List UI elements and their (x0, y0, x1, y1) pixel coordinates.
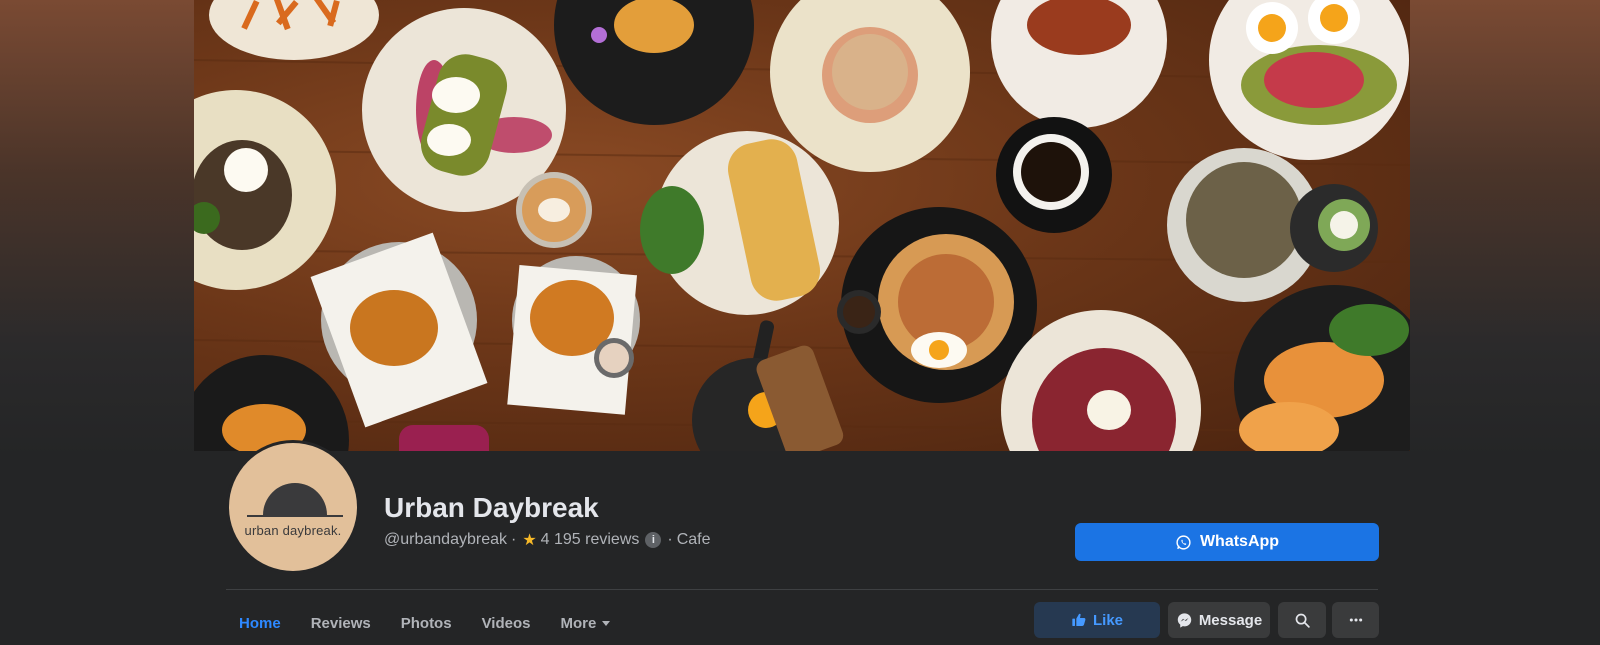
tab-label: Home (239, 614, 281, 632)
header-divider (226, 589, 1378, 590)
whatsapp-button[interactable]: WhatsApp (1075, 523, 1379, 561)
tab-label: Photos (400, 614, 452, 632)
tab-more[interactable]: More (546, 605, 626, 641)
star-icon: ★ (522, 532, 537, 549)
tab-reviews[interactable]: Reviews (296, 605, 386, 641)
like-label: Like (1092, 611, 1123, 629)
horizon-line (247, 515, 343, 517)
profile-avatar[interactable]: urban daybreak. (226, 440, 360, 574)
page-handle[interactable]: @urbandaybreak (384, 531, 507, 549)
chevron-down-icon (602, 620, 611, 626)
more-options-button[interactable] (1332, 602, 1379, 638)
message-label: Message (1198, 611, 1263, 629)
tab-label: Reviews (310, 614, 371, 632)
brand-logo: urban daybreak. (229, 443, 357, 571)
whatsapp-label: WhatsApp (1199, 533, 1280, 550)
search-button[interactable] (1278, 602, 1326, 638)
info-icon[interactable]: i (645, 532, 662, 548)
tab-home[interactable]: Home (224, 605, 296, 641)
more-dots-icon (1349, 618, 1362, 622)
search-icon (1295, 613, 1310, 628)
page-tabs: Home Reviews Photos Videos More (224, 601, 625, 645)
tab-photos[interactable]: Photos (386, 605, 467, 641)
tab-videos[interactable]: Videos (467, 605, 546, 641)
tab-label: Videos (481, 614, 531, 632)
logo-wordmark: urban daybreak. (244, 523, 342, 538)
message-button[interactable]: Message (1168, 602, 1270, 638)
page-meta: @urbandaybreak · ★ 4 195 reviews i · Caf… (384, 530, 711, 550)
like-button[interactable]: Like (1034, 602, 1160, 638)
thumbs-up-icon (1072, 613, 1086, 626)
cover-food-illustration (194, 0, 1410, 451)
tab-label: More (560, 614, 597, 632)
page-category[interactable]: Cafe (677, 531, 711, 549)
messenger-icon (1177, 612, 1192, 628)
whatsapp-icon (1176, 534, 1191, 550)
separator: · (510, 531, 517, 548)
separator: · (667, 531, 673, 548)
sunrise-logo-mark (263, 483, 327, 515)
page-title: Urban Daybreak (384, 492, 599, 523)
reviews-count[interactable]: 4 195 reviews (541, 531, 640, 549)
cover-photo[interactable] (194, 0, 1410, 451)
